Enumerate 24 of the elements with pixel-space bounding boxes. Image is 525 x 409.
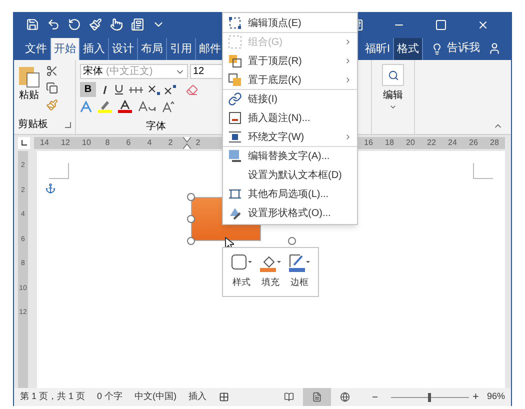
group-label: 字体 — [145, 120, 167, 134]
ruler-number: 12 — [60, 137, 71, 149]
ruler-number: 16 — [363, 137, 374, 149]
ruler-number: 2 — [167, 137, 174, 149]
ruler-number: 10 — [81, 137, 92, 149]
ruler-number: 20 — [405, 137, 416, 149]
word-count: 0 个字 — [97, 390, 123, 404]
ruler-number: 24 — [447, 137, 458, 149]
ruler-number: 26 — [468, 137, 479, 149]
ruler-number: 14 — [39, 137, 50, 149]
page-count: 第 1 页，共 1 页 — [20, 390, 86, 404]
ruler-number: 28 — [489, 137, 500, 149]
font-name: 宋体 — [83, 64, 103, 79]
ruler-number: 18 — [384, 137, 395, 149]
ruler-number: 4 — [146, 137, 153, 149]
ruler-number: 22 — [426, 137, 437, 149]
group-label: 编辑 — [383, 88, 403, 103]
ruler-number: 8 — [104, 137, 111, 149]
language: 中文(中国) — [134, 390, 177, 404]
font-name-hint: (中文正文) — [106, 64, 153, 79]
ruler-number: 2 — [194, 137, 202, 149]
ruler-number: 6 — [125, 137, 132, 149]
group-label: 剪贴板 — [18, 118, 48, 132]
insert-mode: 插入 — [188, 390, 207, 404]
